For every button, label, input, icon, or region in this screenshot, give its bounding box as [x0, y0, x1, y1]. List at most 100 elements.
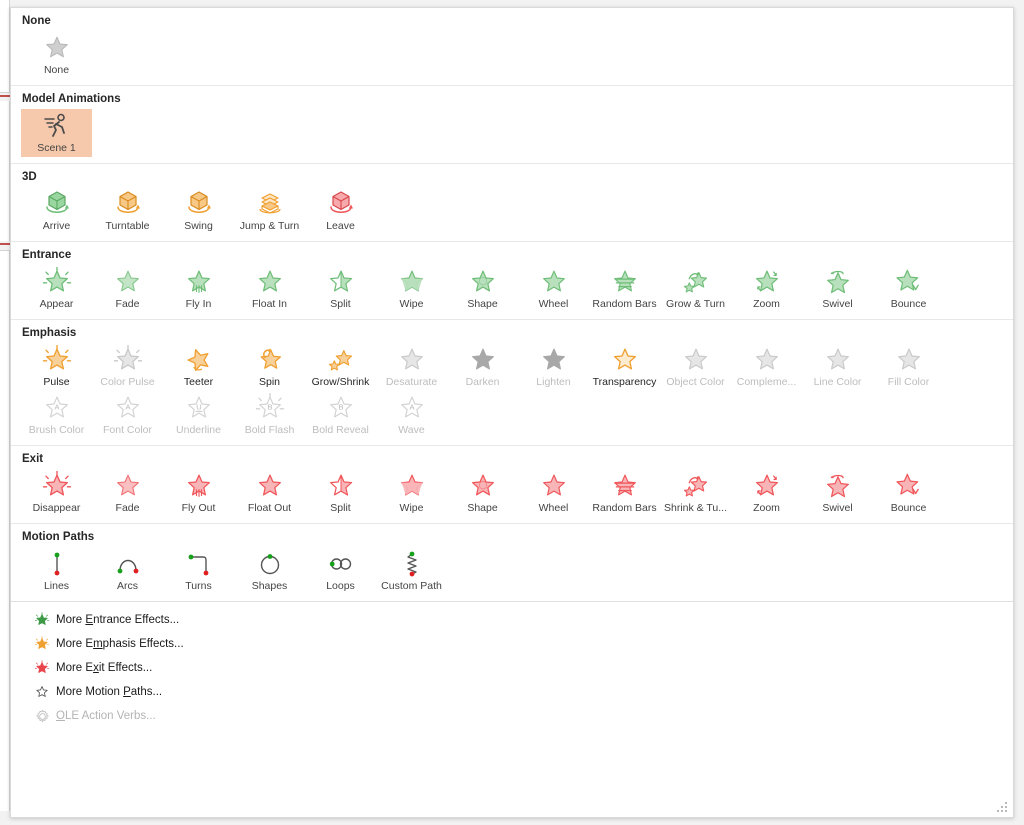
effect-item-arrive[interactable]: Arrive [21, 187, 92, 235]
effect-item-wipe[interactable]: Wipe [376, 469, 447, 517]
effect-item-fade[interactable]: Fade [92, 265, 163, 313]
effect-item-grow-turn[interactable]: Grow & Turn [660, 265, 731, 313]
effect-label: Object Color [666, 376, 724, 388]
effect-item-float-in[interactable]: Float In [234, 265, 305, 313]
effect-label: Split [330, 502, 350, 514]
star-split-icon [326, 267, 356, 297]
star-emphasis-icon [31, 636, 53, 652]
effect-item-bold-flash: BBold Flash [234, 391, 305, 439]
effect-label: Lines [44, 580, 69, 592]
menu-item-more-entrance-effects[interactable]: More Entrance Effects... [11, 608, 1013, 632]
effect-label: Leave [326, 220, 355, 232]
effect-item-jump-turn[interactable]: Jump & Turn [234, 187, 305, 235]
effect-item-wheel[interactable]: Wheel [518, 469, 589, 517]
star-swivel-icon [823, 267, 853, 297]
effect-item-pulse[interactable]: Pulse [21, 343, 92, 391]
animation-gallery-dropdown[interactable]: NoneNoneModel Animations Scene 13D Arriv… [10, 7, 1014, 818]
star-float-in-icon [255, 267, 285, 297]
section-title: None [11, 8, 1013, 31]
star-fly-in-icon [184, 267, 214, 297]
effect-label: Swing [184, 220, 213, 232]
effect-item-random-bars[interactable]: Random Bars [589, 469, 660, 517]
menu-item-more-exit-effects[interactable]: More Exit Effects... [11, 656, 1013, 680]
effect-label: Turns [185, 580, 211, 592]
path-lines-icon [42, 549, 72, 579]
effect-item-leave[interactable]: Leave [305, 187, 376, 235]
effect-label: Brush Color [29, 424, 84, 436]
star-color-pulse-icon [113, 345, 143, 375]
menu-item-more-emphasis-effects[interactable]: More Emphasis Effects... [11, 632, 1013, 656]
effect-item-fly-in[interactable]: Fly In [163, 265, 234, 313]
section-exit: ExitDisappearFadeFly OutFloat OutSplitWi… [11, 446, 1013, 524]
effect-item-swivel[interactable]: Swivel [802, 469, 873, 517]
effect-item-swivel[interactable]: Swivel [802, 265, 873, 313]
effect-item-disappear[interactable]: Disappear [21, 469, 92, 517]
star-grow-shrink-icon [326, 345, 356, 375]
star-wipe-icon [397, 267, 427, 297]
effect-item-shape[interactable]: Shape [447, 265, 518, 313]
effect-item-fly-out[interactable]: Fly Out [163, 469, 234, 517]
star-fade-icon [113, 267, 143, 297]
effect-label: None [44, 64, 69, 76]
star-bold-reveal-icon: B [326, 393, 356, 423]
ribbon-remnant-mid [0, 101, 10, 241]
section-motion-paths: Motion PathsLinesArcsTurnsShapesLoopsCus… [11, 524, 1013, 601]
effect-item-wipe[interactable]: Wipe [376, 265, 447, 313]
effect-label: Spin [259, 376, 280, 388]
effect-label: Darken [466, 376, 500, 388]
effect-item-underline: UUnderline [163, 391, 234, 439]
effect-item-turns[interactable]: Turns [163, 547, 234, 595]
effect-item-teeter[interactable]: Teeter [163, 343, 234, 391]
resize-grip[interactable] [997, 802, 1009, 814]
effect-item-zoom[interactable]: Zoom [731, 469, 802, 517]
effect-item-appear[interactable]: Appear [21, 265, 92, 313]
path-shapes-icon [255, 549, 285, 579]
effect-item-lines[interactable]: Lines [21, 547, 92, 595]
effect-item-none[interactable]: None [21, 31, 92, 79]
menu-item-ole-action-verbs: OLE Action Verbs... [11, 704, 1013, 728]
effect-item-spin[interactable]: Spin [234, 343, 305, 391]
effect-label: Split [330, 298, 350, 310]
section-emphasis: EmphasisPulseColor PulseTeeterSpinGrow/S… [11, 320, 1013, 446]
effect-item-fade[interactable]: Fade [92, 469, 163, 517]
effect-item-transparency[interactable]: Transparency [589, 343, 660, 391]
effect-item-wheel[interactable]: Wheel [518, 265, 589, 313]
effect-label: Fly Out [182, 502, 216, 514]
effect-item-shapes[interactable]: Shapes [234, 547, 305, 595]
effect-item-shape[interactable]: Shape [447, 469, 518, 517]
effect-item-zoom[interactable]: Zoom [731, 265, 802, 313]
star-float-out-icon [255, 471, 285, 501]
star-underline-icon: U [184, 393, 214, 423]
menu-item-label: More Emphasis Effects... [56, 638, 184, 650]
svg-text:A: A [54, 403, 59, 412]
gear-icon [31, 709, 53, 724]
effect-label: Wipe [400, 502, 424, 514]
effect-item-loops[interactable]: Loops [305, 547, 376, 595]
effect-item-bounce[interactable]: Bounce [873, 265, 944, 313]
effect-item-desaturate: Desaturate [376, 343, 447, 391]
star-object-color-icon [681, 345, 711, 375]
effect-item-grow-shrink[interactable]: Grow/Shrink [305, 343, 376, 391]
effect-label: Float Out [248, 502, 291, 514]
cube-turntable-icon [113, 189, 143, 219]
effect-item-split[interactable]: Split [305, 265, 376, 313]
gallery-footer-commands: More Entrance Effects... More Emphasis Ef… [11, 601, 1013, 732]
effect-item-arcs[interactable]: Arcs [92, 547, 163, 595]
section-model-animations: Model Animations Scene 1 [11, 86, 1013, 164]
effect-item-random-bars[interactable]: Random Bars [589, 265, 660, 313]
effect-label: Grow/Shrink [312, 376, 370, 388]
section-none: None None [11, 8, 1013, 86]
effect-item-float-out[interactable]: Float Out [234, 469, 305, 517]
effect-item-scene-1[interactable]: Scene 1 [21, 109, 92, 157]
effect-item-split[interactable]: Split [305, 469, 376, 517]
effect-item-bounce[interactable]: Bounce [873, 469, 944, 517]
star-fade-out-icon [113, 471, 143, 501]
effect-item-custom-path[interactable]: Custom Path [376, 547, 447, 595]
star-shape-out-icon [468, 471, 498, 501]
effect-item-swing[interactable]: Swing [163, 187, 234, 235]
menu-item-more-motion-paths[interactable]: More Motion Paths... [11, 680, 1013, 704]
effect-label: Swivel [822, 298, 852, 310]
effect-label: Lighten [536, 376, 570, 388]
effect-item-shrink-tu[interactable]: Shrink & Tu... [660, 469, 731, 517]
effect-item-turntable[interactable]: Turntable [92, 187, 163, 235]
